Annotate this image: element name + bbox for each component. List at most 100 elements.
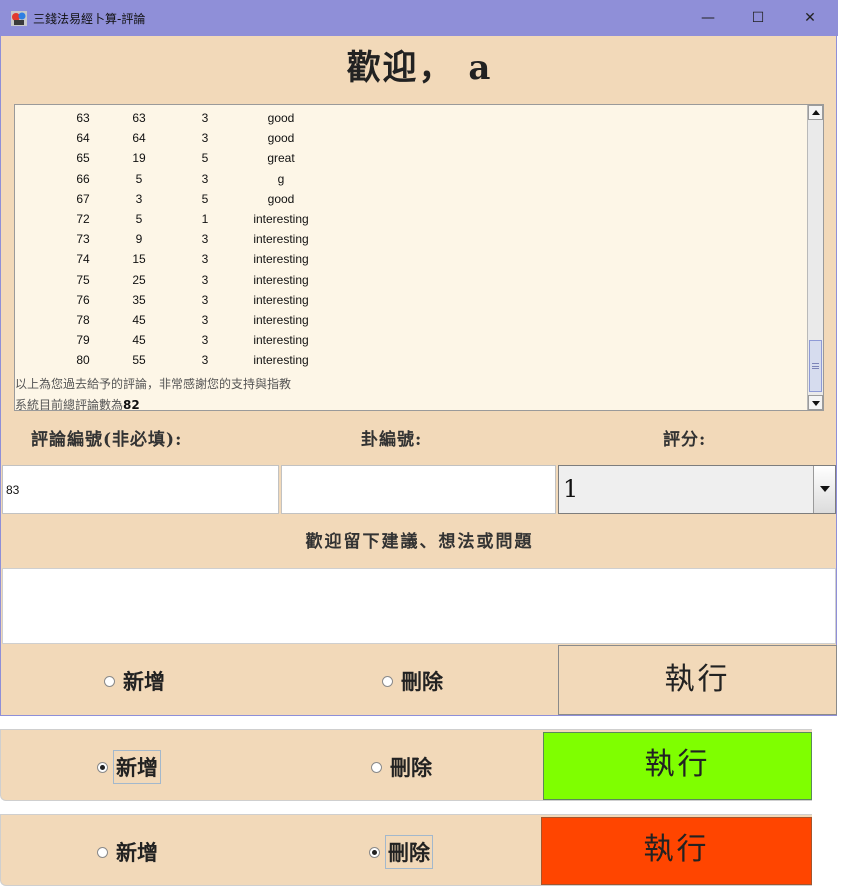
history-row: 79 45 3 interesting	[15, 330, 807, 350]
history-score-cell: 3	[201, 232, 209, 247]
history-gua-cell: 5	[135, 211, 143, 226]
history-row: 73 9 3 interesting	[15, 229, 807, 249]
history-score-cell: 3	[201, 353, 209, 368]
history-gua-cell: 55	[132, 353, 146, 368]
suggestion-textarea[interactable]	[2, 568, 836, 644]
history-no-cell: 79	[76, 333, 90, 348]
history-no-cell: 73	[76, 232, 90, 247]
history-row: 66 5 3 g	[15, 169, 807, 189]
history-comment-cell: interesting	[253, 312, 309, 327]
scroll-down-arrow-icon[interactable]	[808, 395, 823, 410]
thanks-note: 以上為您過去給予的評論，非常感謝您的支持與指教	[15, 377, 292, 391]
history-gua-cell: 64	[132, 131, 146, 146]
history-gua-cell: 9	[135, 232, 143, 247]
radio-circle-icon	[97, 846, 108, 858]
delete-radio[interactable]: 刪除	[382, 664, 446, 698]
radio-selected-icon	[369, 846, 380, 858]
history-scrollbar[interactable]	[807, 105, 823, 410]
history-comment-cell: interesting	[253, 252, 309, 267]
history-row: 67 3 5 good	[15, 189, 807, 209]
history-no-cell: 66	[76, 171, 90, 186]
comment-number-input[interactable]	[2, 465, 279, 514]
history-no-cell: 80	[76, 353, 90, 368]
delete-radio[interactable]: 刪除	[371, 750, 435, 784]
history-comment-cell: good	[267, 131, 295, 146]
chevron-down-icon[interactable]	[813, 466, 835, 513]
history-gua-cell: 63	[132, 111, 146, 125]
history-comment-cell: great	[267, 151, 295, 166]
history-row: 65 19 5 great	[15, 148, 807, 168]
welcome-heading: 歡迎， a	[346, 48, 493, 88]
add-radio[interactable]: 新增	[97, 835, 161, 869]
minimize-button[interactable]: —	[690, 5, 726, 31]
history-score-cell: 3	[201, 272, 209, 287]
history-no-cell: 76	[76, 292, 90, 307]
history-score-cell: 3	[201, 252, 209, 267]
history-no-cell: 67	[76, 191, 90, 206]
history-gua-cell: 25	[132, 272, 146, 287]
history-row: 80 55 3 interesting	[15, 350, 807, 370]
suggestion-label: 歡迎留下建議、想法或問題	[305, 532, 534, 552]
total-count-value: 82	[123, 398, 140, 411]
history-gua-cell: 15	[132, 252, 146, 267]
history-score-cell: 3	[201, 292, 209, 307]
window-title: 三錢法易經卜算-評論	[33, 12, 146, 26]
add-radio-label: 新增	[116, 840, 158, 865]
score-label: 評分:	[663, 430, 707, 450]
history-no-cell: 65	[76, 151, 90, 166]
delete-radio-label: 刪除	[385, 835, 433, 869]
gua-number-label: 卦編號:	[361, 430, 423, 450]
history-row: 76 35 3 interesting	[15, 290, 807, 310]
history-rows: 63 63 3 good 64 64 3 good 65 19 5 great 66 5 3 g 67 3 5 goo…	[15, 108, 807, 370]
history-score-cell: 3	[201, 131, 209, 146]
history-score-cell: 1	[201, 211, 209, 226]
history-score-cell: 3	[201, 312, 209, 327]
history-row: 64 64 3 good	[15, 128, 807, 148]
action-bar-delete-selected: 新增 刪除 執行	[0, 814, 812, 886]
delete-radio-label: 刪除	[390, 755, 432, 780]
history-no-cell: 75	[76, 272, 90, 287]
grip-icon	[812, 363, 819, 369]
delete-radio[interactable]: 刪除	[369, 835, 433, 869]
history-score-cell: 5	[201, 151, 209, 166]
history-comment-cell: interesting	[253, 232, 309, 247]
add-radio[interactable]: 新增	[97, 750, 161, 784]
maximize-button[interactable]: ☐	[740, 5, 776, 31]
gua-number-input[interactable]	[281, 465, 556, 514]
total-review-count: 系統目前總評論數為82	[15, 396, 140, 411]
title-bar[interactable]: 三錢法易經卜算-評論 — ☐ ✕	[1, 0, 838, 36]
history-score-cell: 3	[201, 111, 209, 125]
history-comment-cell: interesting	[253, 333, 309, 348]
radio-selected-icon	[97, 761, 108, 773]
add-radio-label: 新增	[113, 750, 161, 784]
review-history-textarea[interactable]: 63 63 3 good 64 64 3 good 65 19 5 great 66 5 3 g 67 3 5 goo…	[14, 104, 824, 411]
history-score-cell: 5	[201, 191, 209, 206]
action-bar-add-selected: 新增 刪除 執行	[0, 729, 812, 801]
history-score-cell: 3	[201, 171, 209, 186]
history-comment-cell: interesting	[253, 353, 309, 368]
scroll-thumb[interactable]	[809, 340, 822, 392]
execute-button[interactable]: 執行	[558, 645, 837, 715]
app-icon	[11, 11, 27, 26]
scroll-up-arrow-icon[interactable]	[808, 105, 823, 120]
history-row: 78 45 3 interesting	[15, 310, 807, 330]
history-comment-cell: g	[277, 171, 285, 186]
history-gua-cell: 45	[132, 333, 146, 348]
add-radio[interactable]: 新增	[104, 664, 168, 698]
history-no-cell: 78	[76, 312, 90, 327]
score-select[interactable]: 1	[558, 465, 836, 514]
history-row: 75 25 3 interesting	[15, 270, 807, 290]
radio-circle-icon	[382, 675, 393, 687]
close-button[interactable]: ✕	[792, 5, 828, 31]
history-score-cell: 3	[201, 333, 209, 348]
history-row: 63 63 3 good	[15, 108, 807, 128]
execute-button-add[interactable]: 執行	[543, 732, 812, 800]
history-gua-cell: 5	[135, 171, 143, 186]
history-comment-cell: good	[267, 191, 295, 206]
history-comment-cell: interesting	[253, 211, 309, 226]
execute-button-delete[interactable]: 執行	[541, 817, 812, 885]
history-gua-cell: 3	[135, 191, 143, 206]
history-no-cell: 64	[76, 131, 90, 146]
score-selected-value: 1	[563, 475, 579, 503]
history-gua-cell: 45	[132, 312, 146, 327]
